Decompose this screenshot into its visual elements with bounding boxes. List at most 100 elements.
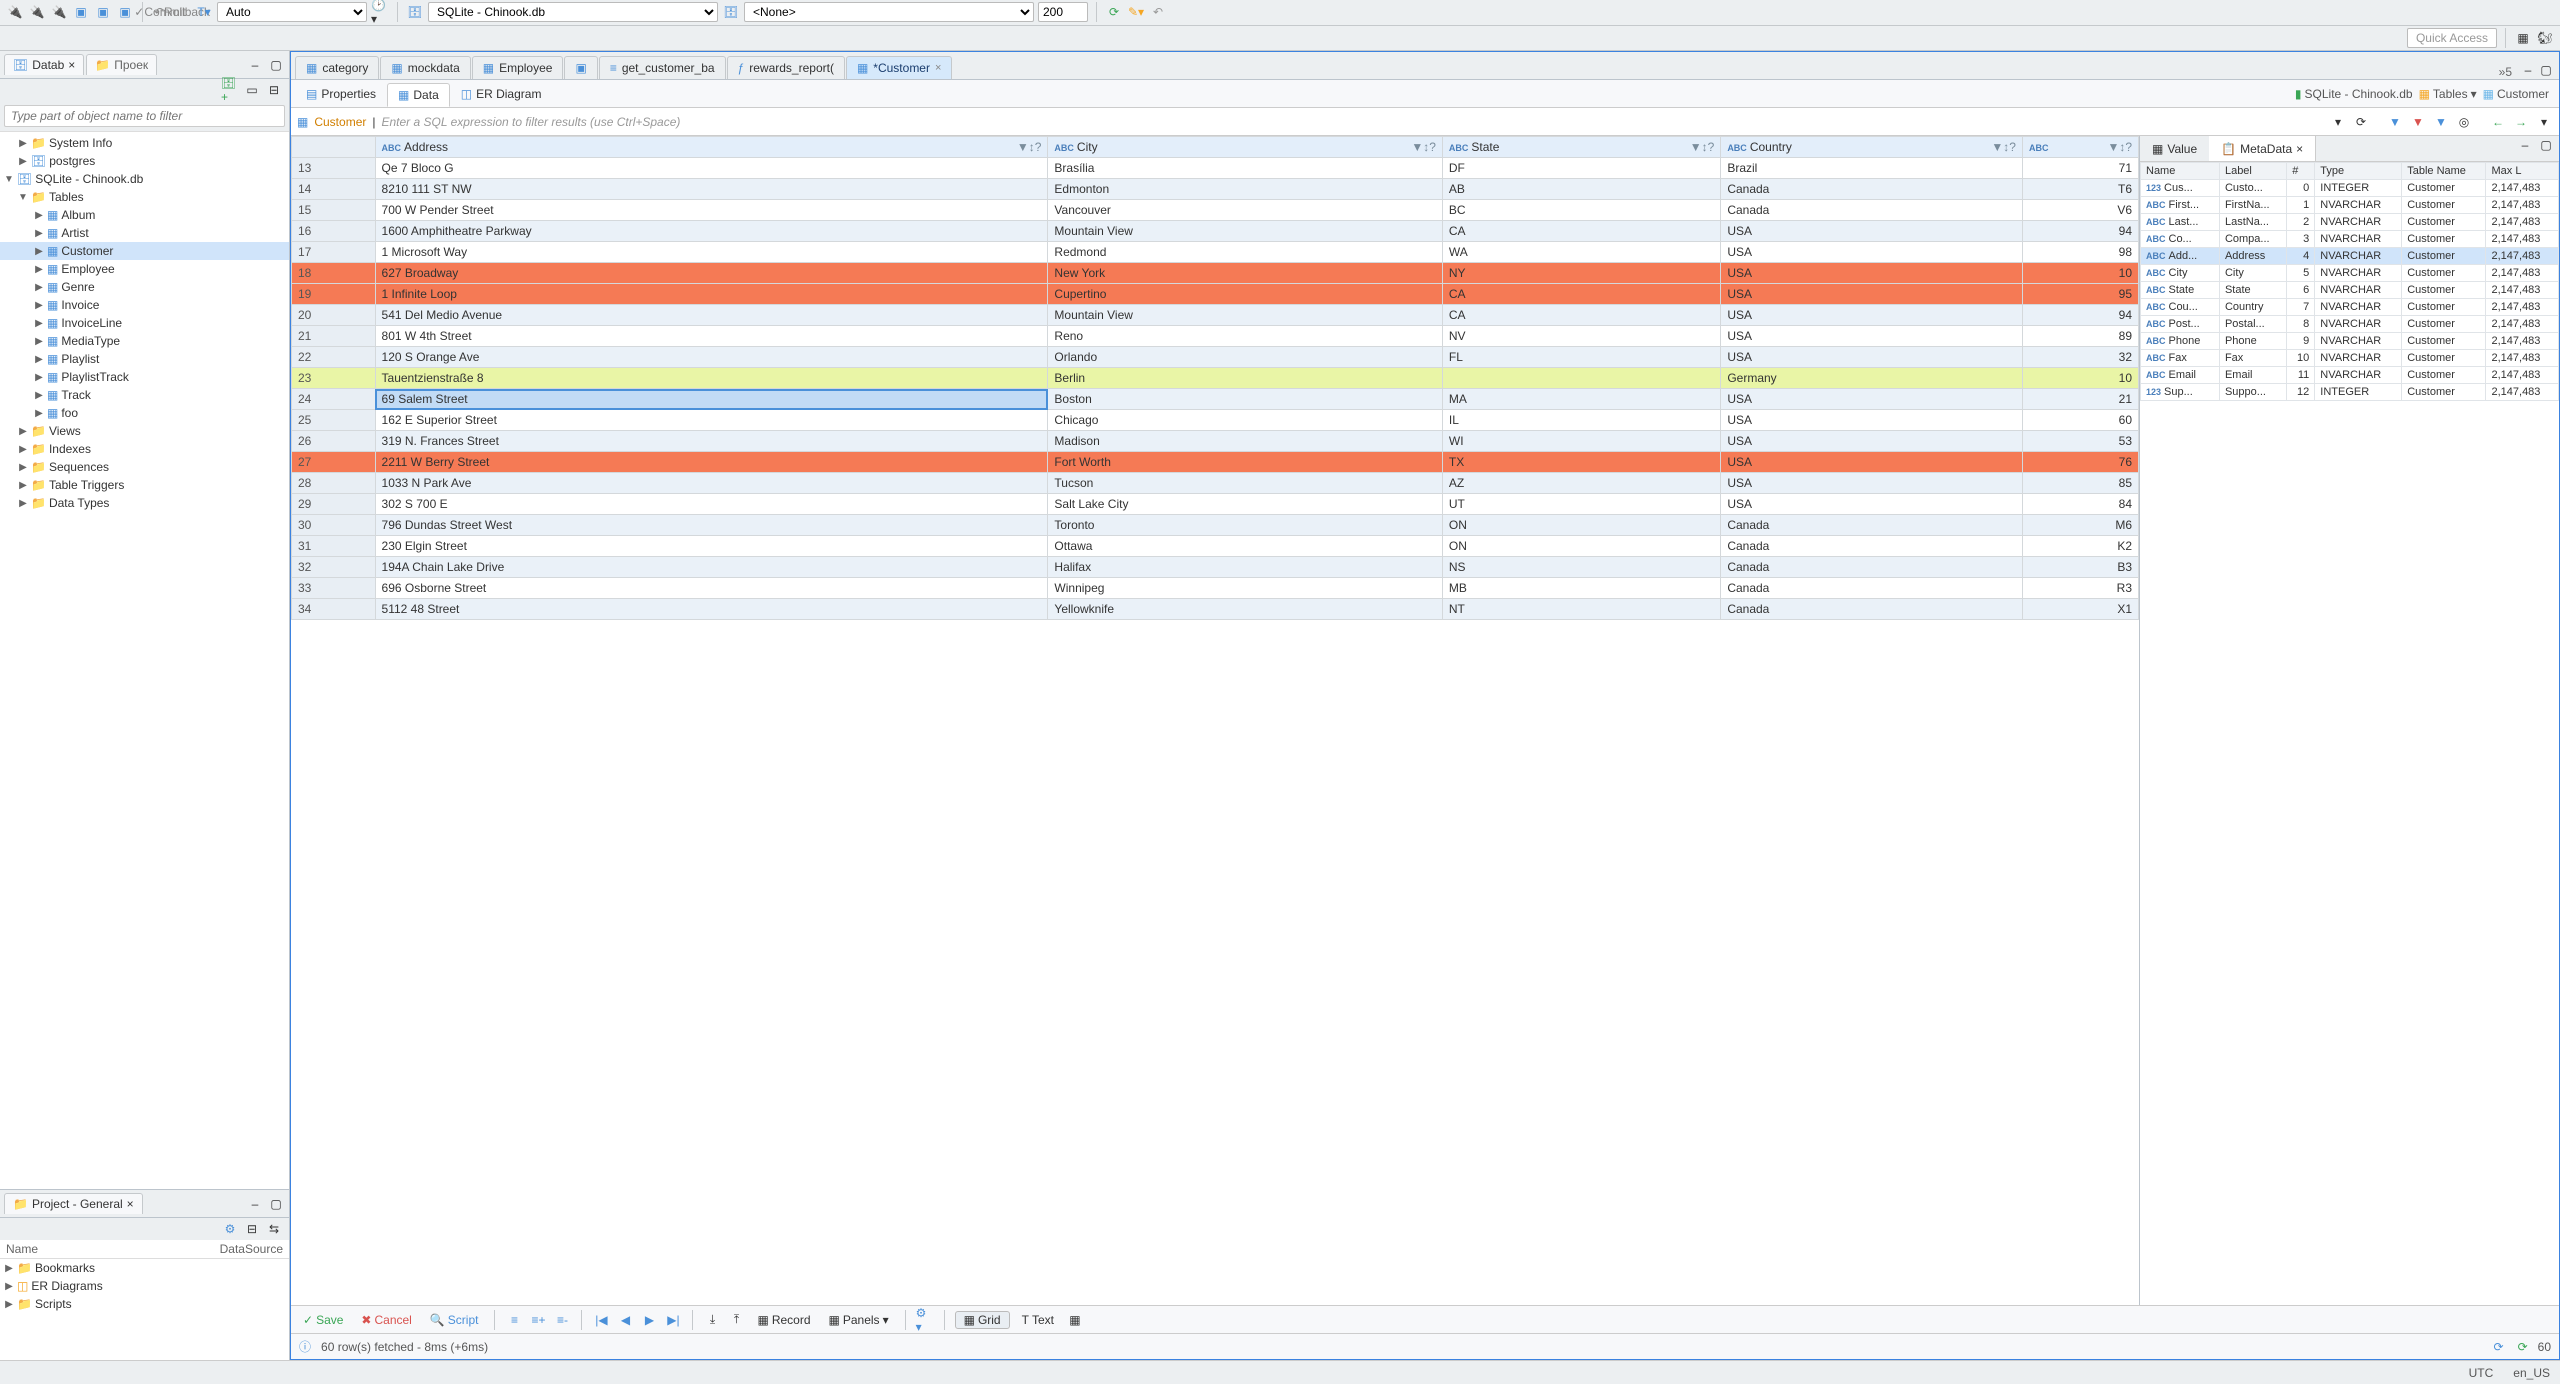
project-item-bookmarks[interactable]: ▶📁Bookmarks bbox=[0, 1259, 289, 1277]
add-row-icon[interactable]: ≡+ bbox=[529, 1311, 547, 1329]
tree-options-icon[interactable]: ▭ bbox=[243, 81, 261, 99]
editor-tab--customer[interactable]: ▦*Customer × bbox=[846, 56, 952, 79]
meta-row[interactable]: ABCAdd...Address4NVARCHARCustomer2,147,4… bbox=[2141, 248, 2559, 265]
plug-remove-icon[interactable]: 🔌 bbox=[50, 3, 68, 21]
table-row[interactable]: 13Qe 7 Bloco GBrasíliaDFBrazil71 bbox=[292, 158, 2139, 179]
table-row[interactable]: 191 Infinite LoopCupertinoCAUSA95 bbox=[292, 284, 2139, 305]
nav-back-icon[interactable]: ← bbox=[2489, 113, 2507, 131]
script-button[interactable]: 🔍 Script bbox=[424, 1311, 485, 1329]
nav-item-views[interactable]: ▶📁Views bbox=[0, 422, 289, 440]
table-row[interactable]: 2469 Salem StreetBostonMAUSA21 bbox=[292, 389, 2139, 410]
locale-label[interactable]: en_US bbox=[2513, 1366, 2550, 1380]
database-navigator-tree[interactable]: ▶📁System Info▶🗄postgres▼🗄SQLite - Chinoo… bbox=[0, 131, 289, 1189]
nav-item-foo[interactable]: ▶▦foo bbox=[0, 404, 289, 422]
filter-dropdown-icon[interactable]: ▾ bbox=[2329, 113, 2347, 131]
sql-new-icon[interactable]: ▣ bbox=[94, 3, 112, 21]
new-connection-icon[interactable]: 🗄+ bbox=[221, 81, 239, 99]
gear-icon[interactable]: ⚙ ▾ bbox=[916, 1311, 934, 1329]
meta-row[interactable]: ABCCo...Compa...3NVARCHARCustomer2,147,4… bbox=[2141, 231, 2559, 248]
table-row[interactable]: 30796 Dundas Street WestTorontoONCanadaM… bbox=[292, 515, 2139, 536]
timezone-label[interactable]: UTC bbox=[2469, 1366, 2494, 1380]
project-item-scripts[interactable]: ▶📁Scripts bbox=[0, 1295, 289, 1313]
table-row[interactable]: 148210 111 ST NWEdmontonABCanadaT6 bbox=[292, 179, 2139, 200]
filter-colorize-icon[interactable]: ◎ bbox=[2455, 113, 2473, 131]
export-icon[interactable]: ⤓ bbox=[703, 1311, 721, 1329]
panels-button[interactable]: ▦ Panels ▾ bbox=[823, 1311, 895, 1329]
nav-filter-input[interactable] bbox=[4, 105, 285, 127]
project-explorer-tab[interactable]: 📁Проек bbox=[86, 54, 157, 75]
table-row[interactable]: 25162 E Superior StreetChicagoILUSA60 bbox=[292, 410, 2139, 431]
nav-item-playlist[interactable]: ▶▦Playlist bbox=[0, 350, 289, 368]
column-header-extra[interactable]: ABC▼↕? bbox=[2022, 137, 2138, 158]
nav-item-sqlite-chinook-db[interactable]: ▼🗄SQLite - Chinook.db bbox=[0, 170, 289, 188]
minimize-icon[interactable]: – bbox=[246, 56, 264, 74]
editor-maximize-icon[interactable]: ▢ bbox=[2537, 61, 2555, 79]
text-mode-button[interactable]: T Text bbox=[1016, 1311, 1060, 1329]
meta-row[interactable]: ABCFirst...FirstNa...1NVARCHARCustomer2,… bbox=[2141, 197, 2559, 214]
db-navigator-tab[interactable]: 🗄Datab × bbox=[4, 54, 84, 75]
nav-item-indexes[interactable]: ▶📁Indexes bbox=[0, 440, 289, 458]
meta-tab-value[interactable]: ▦ Value bbox=[2140, 136, 2209, 161]
database-selector[interactable]: <None> bbox=[744, 2, 1034, 22]
last-page-icon[interactable]: ▶| bbox=[664, 1311, 682, 1329]
table-row[interactable]: 281033 N Park AveTucsonAZUSA85 bbox=[292, 473, 2139, 494]
table-row[interactable]: 23Tauentzienstraße 8BerlinGermany10 bbox=[292, 368, 2139, 389]
table-row[interactable]: 22120 S Orange AveOrlandoFLUSA32 bbox=[292, 347, 2139, 368]
meta-minimize-icon[interactable]: – bbox=[2516, 136, 2534, 154]
meta-col-name[interactable]: Name bbox=[2141, 163, 2220, 180]
meta-row[interactable]: ABCCityCity5NVARCHARCustomer2,147,483 bbox=[2141, 265, 2559, 282]
meta-row[interactable]: ABCFaxFax10NVARCHARCustomer2,147,483 bbox=[2141, 350, 2559, 367]
cancel-button[interactable]: ✖ Cancel bbox=[355, 1311, 417, 1329]
editor-tab-get_customer_ba[interactable]: ≡get_customer_ba bbox=[599, 56, 726, 79]
nav-item-mediatype[interactable]: ▶▦MediaType bbox=[0, 332, 289, 350]
meta-row[interactable]: ABCPhonePhone9NVARCHARCustomer2,147,483 bbox=[2141, 333, 2559, 350]
table-row[interactable]: 31230 Elgin StreetOttawaONCanadaK2 bbox=[292, 536, 2139, 557]
quick-access-input[interactable]: Quick Access bbox=[2407, 28, 2497, 48]
meta-row[interactable]: ABCLast...LastNa...2NVARCHARCustomer2,14… bbox=[2141, 214, 2559, 231]
data-grid[interactable]: ABCAddress▼↕?ABCCity▼↕?ABCState▼↕?ABCCou… bbox=[291, 136, 2139, 1305]
rollback-button[interactable]: ↶ Rollback bbox=[173, 3, 191, 21]
meta-row[interactable]: ABCPost...Postal...8NVARCHARCustomer2,14… bbox=[2141, 316, 2559, 333]
nav-item-track[interactable]: ▶▦Track bbox=[0, 386, 289, 404]
table-row[interactable]: 32194A Chain Lake DriveHalifaxNSCanadaB3 bbox=[292, 557, 2139, 578]
table-row[interactable]: 21801 W 4th StreetRenoNVUSA89 bbox=[292, 326, 2139, 347]
filter-sort-icon[interactable]: ▼ bbox=[2432, 113, 2450, 131]
nav-menu-icon[interactable]: ▾ bbox=[2535, 113, 2553, 131]
meta-row[interactable]: 123Sup...Suppo...12INTEGERCustomer2,147,… bbox=[2141, 384, 2559, 401]
filter-input[interactable]: Enter a SQL expression to filter results… bbox=[381, 115, 2323, 129]
project-general-tab[interactable]: 📁Project - General × bbox=[4, 1193, 143, 1214]
nav-item-genre[interactable]: ▶▦Genre bbox=[0, 278, 289, 296]
nav-item-employee[interactable]: ▶▦Employee bbox=[0, 260, 289, 278]
tx-dropdown-icon[interactable]: T▾ bbox=[195, 3, 213, 21]
column-header-country[interactable]: ABCCountry▼↕? bbox=[1721, 137, 2023, 158]
nav-item-sequences[interactable]: ▶📁Sequences bbox=[0, 458, 289, 476]
column-header-address[interactable]: ABCAddress▼↕? bbox=[375, 137, 1048, 158]
nav-item-postgres[interactable]: ▶🗄postgres bbox=[0, 152, 289, 170]
meta-col-table-name[interactable]: Table Name bbox=[2402, 163, 2486, 180]
refresh-icon[interactable]: ⟳ bbox=[1105, 3, 1123, 21]
meta-col-max-l[interactable]: Max L bbox=[2486, 163, 2559, 180]
grid-mode-button[interactable]: ▦ Grid bbox=[955, 1311, 1010, 1329]
project-minimize-icon[interactable]: – bbox=[246, 1195, 264, 1213]
breadcrumb-table[interactable]: ▦Customer bbox=[2483, 87, 2549, 101]
nav-item-album[interactable]: ▶▦Album bbox=[0, 206, 289, 224]
project-collapse-icon[interactable]: ⊟ bbox=[243, 1220, 261, 1238]
project-settings-icon[interactable]: ⚙ bbox=[221, 1220, 239, 1238]
project-maximize-icon[interactable]: ▢ bbox=[267, 1195, 285, 1213]
table-row[interactable]: 18627 BroadwayNew YorkNYUSA10 bbox=[292, 263, 2139, 284]
editor-tab-rewards_report-[interactable]: ƒrewards_report( bbox=[727, 56, 845, 79]
filter-refresh-icon[interactable]: ⟳ bbox=[2352, 113, 2370, 131]
perspective-icon[interactable]: ▦ bbox=[2514, 29, 2532, 47]
nav-forward-icon[interactable]: → bbox=[2512, 113, 2530, 131]
column-header-city[interactable]: ABCCity▼↕? bbox=[1048, 137, 1442, 158]
table-row[interactable]: 171 Microsoft WayRedmondWAUSA98 bbox=[292, 242, 2139, 263]
nav-item-data-types[interactable]: ▶📁Data Types bbox=[0, 494, 289, 512]
save-button[interactable]: ✓ Save bbox=[297, 1311, 349, 1329]
subtab-properties[interactable]: ▤Properties bbox=[295, 82, 387, 106]
meta-col--[interactable]: # bbox=[2287, 163, 2315, 180]
meta-tab-metadata[interactable]: 📋 MetaData × bbox=[2209, 136, 2316, 161]
meta-col-label[interactable]: Label bbox=[2219, 163, 2286, 180]
project-item-er-diagrams[interactable]: ▶◫ER Diagrams bbox=[0, 1277, 289, 1295]
nav-item-system-info[interactable]: ▶📁System Info bbox=[0, 134, 289, 152]
project-link-icon[interactable]: ⇆ bbox=[265, 1220, 283, 1238]
